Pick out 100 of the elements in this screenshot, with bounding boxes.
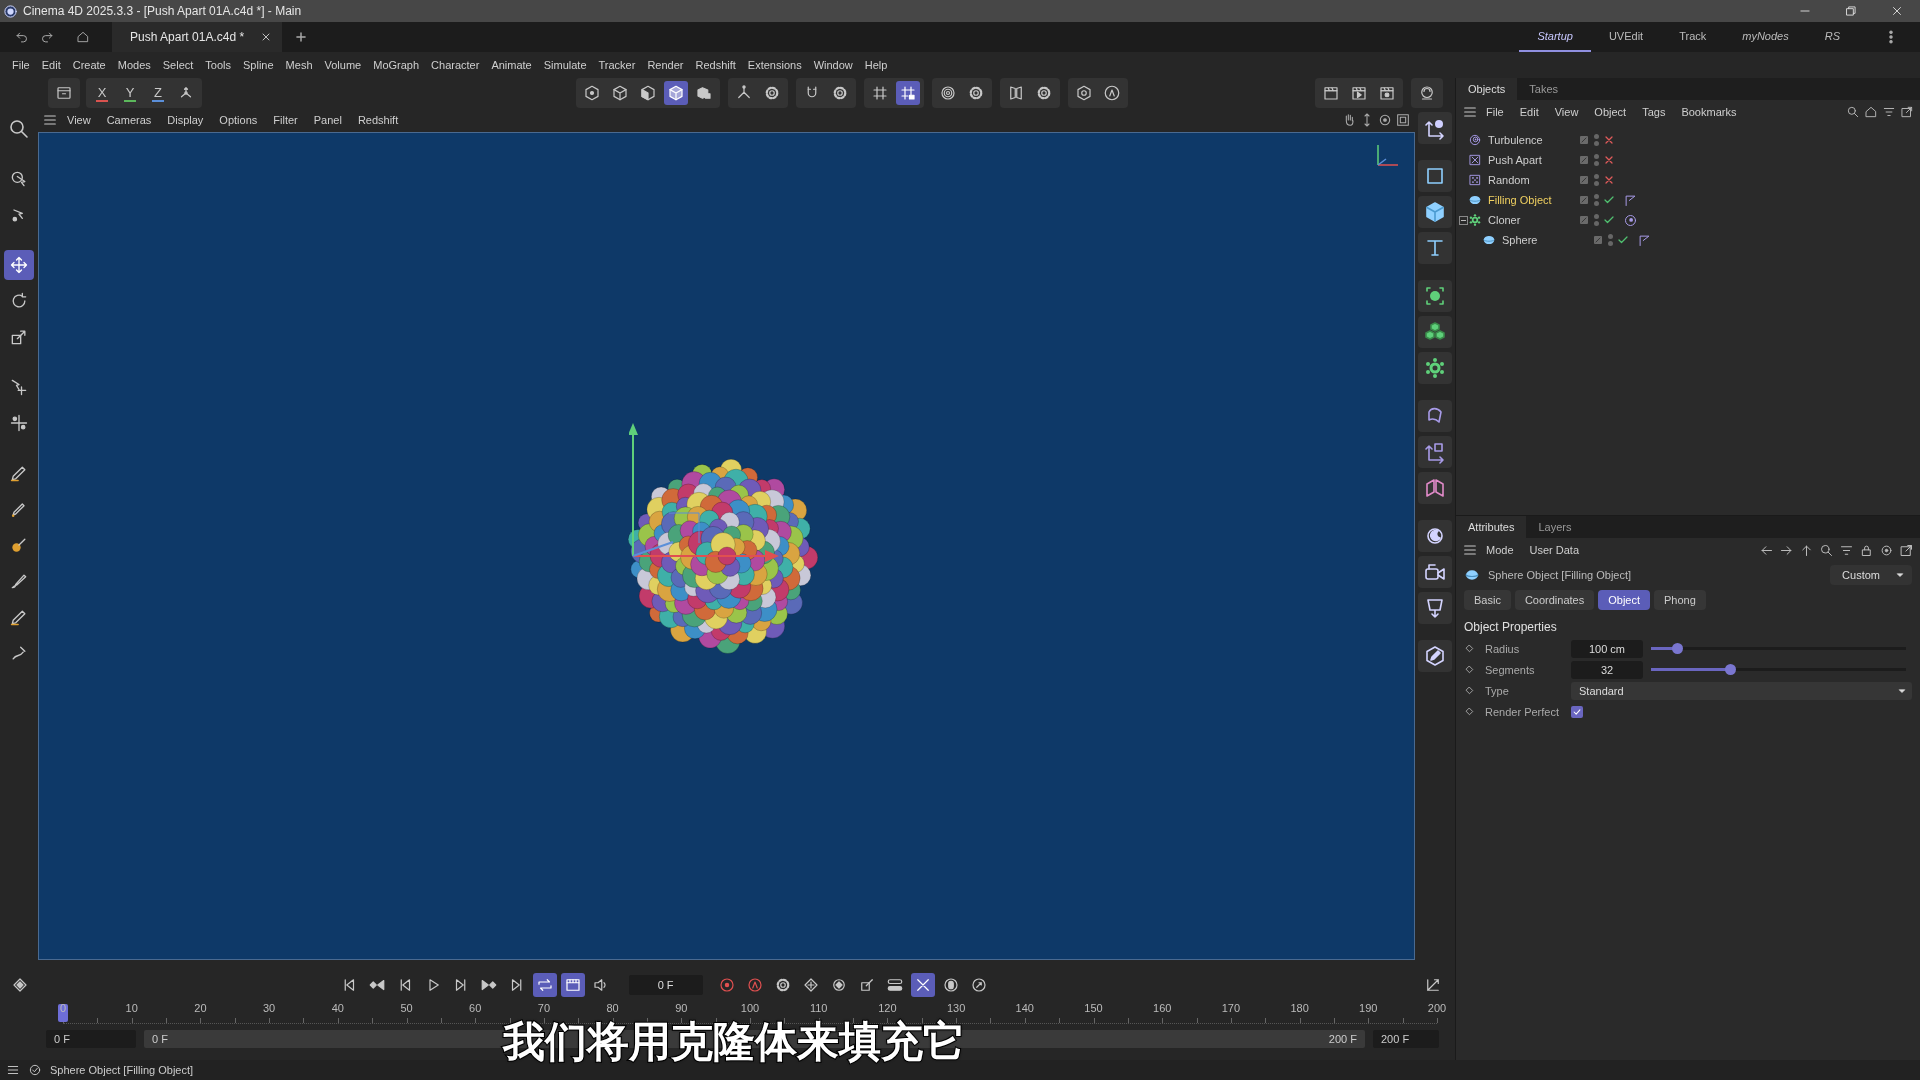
- object-name[interactable]: Push Apart: [1488, 154, 1578, 166]
- cubes-icon[interactable]: [1418, 316, 1452, 348]
- menu-item[interactable]: Mode: [1478, 544, 1522, 556]
- object-name[interactable]: Random: [1488, 174, 1578, 186]
- keyframe-diamond-icon[interactable]: [1464, 685, 1475, 696]
- panel-tab[interactable]: Objects: [1456, 78, 1518, 100]
- visibility-dots[interactable]: [1594, 214, 1599, 226]
- number-field[interactable]: 32: [1571, 660, 1643, 679]
- check-icon[interactable]: [1617, 234, 1629, 246]
- close-icon[interactable]: [1890, 4, 1904, 18]
- menu-item[interactable]: File: [6, 59, 36, 71]
- visibility-dots[interactable]: [1594, 154, 1599, 166]
- orbit-icon[interactable]: [1377, 112, 1393, 128]
- maximize-icon[interactable]: [1395, 112, 1411, 128]
- popout-icon[interactable]: [1900, 105, 1914, 119]
- number-field[interactable]: 100 cm: [1571, 639, 1643, 658]
- panel-tab[interactable]: Attributes: [1456, 516, 1527, 538]
- menu-item[interactable]: File: [1478, 106, 1512, 118]
- menu-item[interactable]: Create: [66, 59, 112, 71]
- menu-item[interactable]: Tracker: [592, 59, 642, 71]
- camera-icon[interactable]: [1418, 556, 1452, 588]
- square-icon[interactable]: [1418, 160, 1452, 192]
- menu-icon[interactable]: [6, 1063, 20, 1077]
- text-tool-icon[interactable]: [1418, 232, 1452, 264]
- target-icon[interactable]: [1879, 542, 1894, 558]
- flag-tag-icon[interactable]: [1637, 232, 1652, 248]
- cross-icon[interactable]: [1603, 134, 1615, 146]
- page-tab[interactable]: Object: [1598, 590, 1651, 610]
- menu-item[interactable]: Spline: [237, 59, 280, 71]
- menu-item[interactable]: Tags: [1634, 106, 1674, 118]
- menu-item[interactable]: Filter: [266, 114, 305, 126]
- preset-dropdown[interactable]: Custom: [1830, 565, 1912, 585]
- sphere-points-icon[interactable]: [1418, 280, 1452, 312]
- menu-item[interactable]: Volume: [318, 59, 368, 71]
- slider-thumb[interactable]: [1671, 643, 1683, 654]
- menu-item[interactable]: Cameras: [99, 114, 159, 126]
- axis-lock-button[interactable]: Z: [146, 81, 170, 105]
- menu-item[interactable]: Tools: [199, 59, 238, 71]
- loop-icon[interactable]: [532, 973, 557, 997]
- move-tool-icon[interactable]: [4, 250, 34, 280]
- panel-tab[interactable]: Takes: [1517, 78, 1571, 100]
- layout-tab[interactable]: Track: [1661, 22, 1725, 52]
- floor-icon[interactable]: [1418, 592, 1452, 624]
- lock-icon[interactable]: [1859, 542, 1874, 558]
- menu-item[interactable]: Object: [1586, 106, 1635, 118]
- keyframe-diamond-icon[interactable]: [1464, 643, 1475, 654]
- light-icon[interactable]: [1418, 520, 1452, 552]
- menu-item[interactable]: Render: [641, 59, 690, 71]
- coord-cube-icon[interactable]: [1418, 436, 1452, 468]
- search-icon[interactable]: [1819, 542, 1834, 558]
- object-name[interactable]: Sphere: [1502, 234, 1592, 246]
- cube-icon[interactable]: [1418, 196, 1452, 228]
- menu-item[interactable]: Animate: [485, 59, 538, 71]
- key-pla-icon[interactable]: [910, 973, 935, 997]
- object-name[interactable]: Cloner: [1488, 214, 1578, 226]
- model-icon[interactable]: [664, 81, 688, 105]
- object-name[interactable]: Filling Object: [1488, 194, 1578, 206]
- menu-item[interactable]: Edit: [35, 59, 67, 71]
- object-name[interactable]: Turbulence: [1488, 134, 1578, 146]
- menu-item[interactable]: View: [60, 114, 98, 126]
- cross-icon[interactable]: [1603, 174, 1615, 186]
- menu-item[interactable]: Options: [212, 114, 265, 126]
- playhead[interactable]: [58, 1004, 68, 1022]
- axis-lock-button[interactable]: Y: [118, 81, 142, 105]
- menu-item[interactable]: Redshift: [350, 114, 406, 126]
- visibility-dots[interactable]: [1594, 194, 1599, 206]
- flag-tag-icon[interactable]: [1623, 192, 1638, 208]
- axis-lock-button[interactable]: X: [90, 81, 114, 105]
- menu-item[interactable]: Bookmarks: [1673, 106, 1745, 118]
- menu-item[interactable]: Modes: [111, 59, 157, 71]
- document-tab[interactable]: Push Apart 01A.c4d *: [112, 22, 283, 52]
- film-icon[interactable]: [560, 973, 585, 997]
- up-icon[interactable]: [1799, 542, 1814, 558]
- popout-icon[interactable]: [1899, 542, 1914, 558]
- cross-icon[interactable]: [1603, 154, 1615, 166]
- page-tab[interactable]: Coordinates: [1514, 590, 1595, 610]
- page-tab[interactable]: Phong: [1654, 590, 1706, 610]
- keyframe-diamond-icon[interactable]: [1464, 664, 1475, 675]
- frame-field[interactable]: 0 F: [628, 975, 703, 995]
- layout-tab[interactable]: myNodes: [1724, 22, 1807, 52]
- end-frame-field[interactable]: 200 F: [1373, 1030, 1439, 1048]
- check-icon[interactable]: [1603, 214, 1615, 226]
- menu-item[interactable]: Character: [425, 59, 486, 71]
- menu-item[interactable]: MoGraph: [367, 59, 426, 71]
- checkbox[interactable]: [1571, 705, 1583, 718]
- circle-tag-icon[interactable]: [1623, 212, 1638, 228]
- menu-item[interactable]: Simulate: [537, 59, 593, 71]
- keyframe-diamond-icon[interactable]: [1464, 706, 1475, 717]
- hex-pencil-icon[interactable]: [1418, 640, 1452, 672]
- deformer-icon[interactable]: [1418, 400, 1452, 432]
- grid-lock-icon[interactable]: [896, 81, 920, 105]
- visibility-dots[interactable]: [1608, 234, 1613, 246]
- menu-item[interactable]: Select: [156, 59, 200, 71]
- menu-item[interactable]: Help: [858, 59, 894, 71]
- menu-item[interactable]: User Data: [1521, 544, 1588, 556]
- layout-tab[interactable]: RS: [1806, 22, 1858, 52]
- cloner-icon[interactable]: [1418, 352, 1452, 384]
- check-icon[interactable]: [1603, 194, 1615, 206]
- restore-icon[interactable]: [1844, 4, 1858, 18]
- collapse-toggle[interactable]: [1459, 215, 1468, 225]
